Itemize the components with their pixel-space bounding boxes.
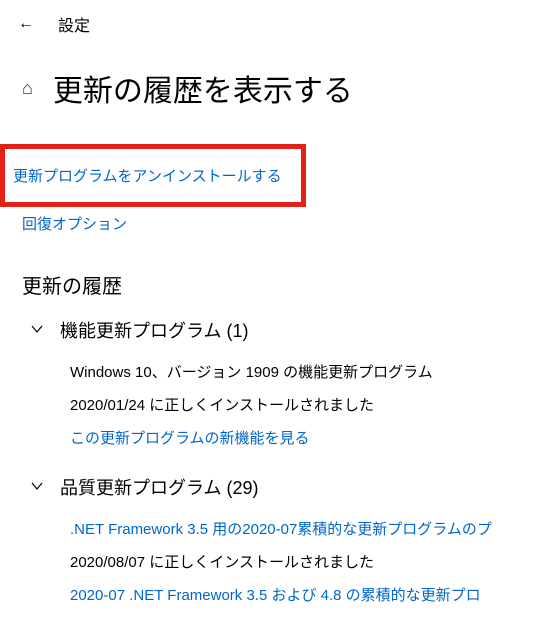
update-kb-link[interactable]: .NET Framework 3.5 用の2020-07累積的な更新プログラムの…	[70, 518, 526, 539]
section-title: 更新の履歴	[22, 270, 526, 299]
category-header[interactable]: 機能更新プログラム (1)	[30, 317, 526, 343]
recovery-options-row: 回復オプション	[22, 213, 526, 234]
back-arrow-icon[interactable]: ←	[18, 15, 34, 33]
category-feature-updates: 機能更新プログラム (1) Windows 10、バージョン 1909 の機能更…	[22, 317, 526, 448]
home-icon[interactable]: ⌂	[22, 78, 33, 99]
title-row: ⌂ 更新の履歴を表示する	[22, 66, 526, 110]
update-kb-link[interactable]: 2020-07 .NET Framework 3.5 および 4.8 の累積的な…	[70, 584, 526, 605]
content: ⌂ 更新の履歴を表示する 更新プログラムをアンインストールする 回復オプション …	[0, 48, 548, 605]
window-title: 設定	[58, 12, 90, 36]
update-title: Windows 10、バージョン 1909 の機能更新プログラム	[70, 361, 526, 382]
chevron-down-icon	[30, 322, 46, 339]
update-item: .NET Framework 3.5 用の2020-07累積的な更新プログラムの…	[70, 518, 526, 605]
recovery-options-link[interactable]: 回復オプション	[22, 216, 127, 233]
chevron-down-icon	[30, 479, 46, 496]
uninstall-updates-link[interactable]: 更新プログラムをアンインストールする	[13, 168, 282, 185]
header: ← 設定	[0, 0, 548, 48]
highlighted-uninstall-box: 更新プログラムをアンインストールする	[0, 144, 306, 207]
page-title: 更新の履歴を表示する	[53, 66, 353, 110]
category-quality-updates: 品質更新プログラム (29) .NET Framework 3.5 用の2020…	[22, 474, 526, 605]
update-status: 2020/01/24 に正しくインストールされました	[70, 394, 526, 415]
update-whats-new-link[interactable]: この更新プログラムの新機能を見る	[70, 427, 526, 448]
category-header[interactable]: 品質更新プログラム (29)	[30, 474, 526, 500]
update-status: 2020/08/07 に正しくインストールされました	[70, 551, 526, 572]
update-item: Windows 10、バージョン 1909 の機能更新プログラム 2020/01…	[70, 361, 526, 448]
category-title: 機能更新プログラム (1)	[60, 317, 248, 343]
category-title: 品質更新プログラム (29)	[60, 474, 258, 500]
